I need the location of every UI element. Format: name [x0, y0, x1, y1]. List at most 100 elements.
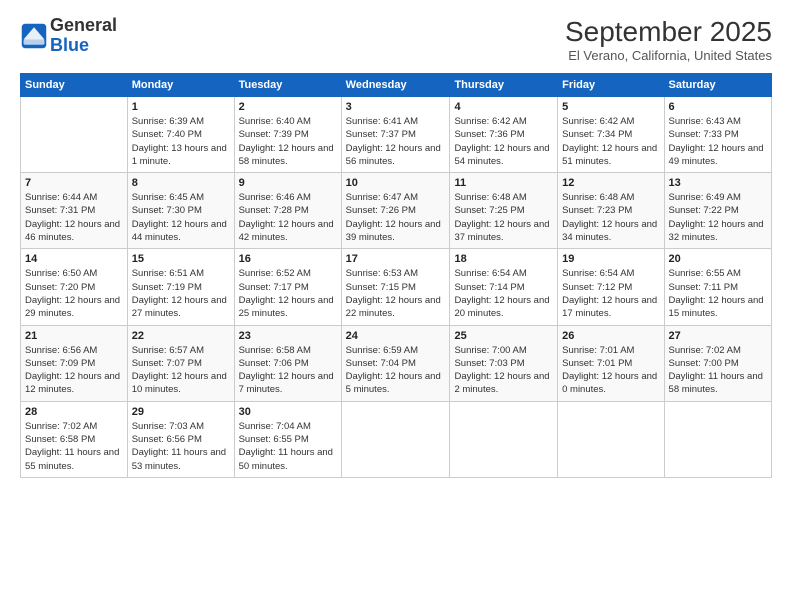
week-row-1: 7 Sunrise: 6:44 AM Sunset: 7:31 PM Daylig…: [21, 173, 772, 249]
calendar-cell: 18 Sunrise: 6:54 AM Sunset: 7:14 PM Dayli…: [450, 249, 558, 325]
calendar-cell: 9 Sunrise: 6:46 AM Sunset: 7:28 PM Daylig…: [234, 173, 341, 249]
calendar-cell: 27 Sunrise: 7:02 AM Sunset: 7:00 PM Dayli…: [664, 325, 771, 401]
calendar-body: 1Sunrise: 6:39 AM Sunset: 7:40 PM Daylig…: [21, 97, 772, 478]
day-info: Sunrise: 6:48 AM Sunset: 7:25 PM Dayligh…: [454, 191, 553, 244]
day-number: 8: [132, 177, 230, 189]
day-number: 2: [239, 101, 337, 113]
calendar-cell: 11Sunrise: 6:48 AM Sunset: 7:25 PM Dayli…: [450, 173, 558, 249]
day-info: Sunrise: 6:40 AM Sunset: 7:39 PM Dayligh…: [239, 115, 337, 168]
day-number: 29: [132, 406, 230, 418]
day-info: Sunrise: 6:54 AM Sunset: 7:14 PM Dayligh…: [454, 267, 553, 320]
day-number: 17: [346, 253, 446, 265]
calendar-header: SundayMondayTuesdayWednesdayThursdayFrid…: [21, 74, 772, 97]
calendar-cell: 20Sunrise: 6:55 AM Sunset: 7:11 PM Dayli…: [664, 249, 771, 325]
day-info: Sunrise: 6:56 AM Sunset: 7:09 PM Dayligh…: [25, 344, 123, 397]
day-number: 20: [669, 253, 767, 265]
header-cell-wednesday: Wednesday: [341, 74, 450, 97]
calendar-cell: 7 Sunrise: 6:44 AM Sunset: 7:31 PM Daylig…: [21, 173, 128, 249]
calendar-cell: 14 Sunrise: 6:50 AM Sunset: 7:20 PM Dayli…: [21, 249, 128, 325]
logo-line1: General: [50, 15, 117, 35]
calendar: SundayMondayTuesdayWednesdayThursdayFrid…: [20, 73, 772, 478]
day-number: 6: [669, 101, 767, 113]
day-info: Sunrise: 6:54 AM Sunset: 7:12 PM Dayligh…: [562, 267, 659, 320]
page: General Blue September 2025 El Verano, C…: [0, 0, 792, 612]
day-number: 16: [239, 253, 337, 265]
day-number: 19: [562, 253, 659, 265]
calendar-cell: 8 Sunrise: 6:45 AM Sunset: 7:30 PM Daylig…: [127, 173, 234, 249]
main-title: September 2025: [565, 16, 772, 48]
day-number: 14: [25, 253, 123, 265]
calendar-cell: 25 Sunrise: 7:00 AM Sunset: 7:03 PM Dayli…: [450, 325, 558, 401]
day-number: 27: [669, 330, 767, 342]
week-row-0: 1Sunrise: 6:39 AM Sunset: 7:40 PM Daylig…: [21, 97, 772, 173]
day-info: Sunrise: 6:49 AM Sunset: 7:22 PM Dayligh…: [669, 191, 767, 244]
day-number: 5: [562, 101, 659, 113]
day-number: 9: [239, 177, 337, 189]
day-info: Sunrise: 6:59 AM Sunset: 7:04 PM Dayligh…: [346, 344, 446, 397]
calendar-cell: 1Sunrise: 6:39 AM Sunset: 7:40 PM Daylig…: [127, 97, 234, 173]
day-number: 13: [669, 177, 767, 189]
day-info: Sunrise: 6:51 AM Sunset: 7:19 PM Dayligh…: [132, 267, 230, 320]
day-number: 1: [132, 101, 230, 113]
day-number: 23: [239, 330, 337, 342]
calendar-cell: 5 Sunrise: 6:42 AM Sunset: 7:34 PM Daylig…: [558, 97, 664, 173]
day-number: 3: [346, 101, 446, 113]
day-info: Sunrise: 7:00 AM Sunset: 7:03 PM Dayligh…: [454, 344, 553, 397]
logo-text: General Blue: [50, 16, 117, 56]
logo-icon: [20, 22, 48, 50]
day-number: 21: [25, 330, 123, 342]
calendar-cell: 17Sunrise: 6:53 AM Sunset: 7:15 PM Dayli…: [341, 249, 450, 325]
day-info: Sunrise: 6:44 AM Sunset: 7:31 PM Dayligh…: [25, 191, 123, 244]
calendar-cell: 29Sunrise: 7:03 AM Sunset: 6:56 PM Dayli…: [127, 401, 234, 477]
logo-line2: Blue: [50, 35, 89, 55]
day-number: 25: [454, 330, 553, 342]
calendar-cell: 12 Sunrise: 6:48 AM Sunset: 7:23 PM Dayli…: [558, 173, 664, 249]
calendar-cell: [341, 401, 450, 477]
calendar-cell: [450, 401, 558, 477]
week-row-3: 21 Sunrise: 6:56 AM Sunset: 7:09 PM Dayli…: [21, 325, 772, 401]
header-row: SundayMondayTuesdayWednesdayThursdayFrid…: [21, 74, 772, 97]
header-cell-sunday: Sunday: [21, 74, 128, 97]
day-info: Sunrise: 6:57 AM Sunset: 7:07 PM Dayligh…: [132, 344, 230, 397]
day-info: Sunrise: 6:47 AM Sunset: 7:26 PM Dayligh…: [346, 191, 446, 244]
day-info: Sunrise: 6:45 AM Sunset: 7:30 PM Dayligh…: [132, 191, 230, 244]
day-number: 4: [454, 101, 553, 113]
day-number: 28: [25, 406, 123, 418]
week-row-4: 28Sunrise: 7:02 AM Sunset: 6:58 PM Dayli…: [21, 401, 772, 477]
calendar-cell: 2 Sunrise: 6:40 AM Sunset: 7:39 PM Daylig…: [234, 97, 341, 173]
day-info: Sunrise: 6:50 AM Sunset: 7:20 PM Dayligh…: [25, 267, 123, 320]
calendar-cell: [558, 401, 664, 477]
header-cell-thursday: Thursday: [450, 74, 558, 97]
calendar-cell: 24Sunrise: 6:59 AM Sunset: 7:04 PM Dayli…: [341, 325, 450, 401]
day-number: 7: [25, 177, 123, 189]
week-row-2: 14 Sunrise: 6:50 AM Sunset: 7:20 PM Dayli…: [21, 249, 772, 325]
day-info: Sunrise: 6:52 AM Sunset: 7:17 PM Dayligh…: [239, 267, 337, 320]
day-number: 12: [562, 177, 659, 189]
day-number: 18: [454, 253, 553, 265]
day-info: Sunrise: 6:42 AM Sunset: 7:34 PM Dayligh…: [562, 115, 659, 168]
calendar-cell: 28Sunrise: 7:02 AM Sunset: 6:58 PM Dayli…: [21, 401, 128, 477]
header-cell-monday: Monday: [127, 74, 234, 97]
calendar-cell: 4Sunrise: 6:42 AM Sunset: 7:36 PM Daylig…: [450, 97, 558, 173]
header-cell-saturday: Saturday: [664, 74, 771, 97]
calendar-cell: 21 Sunrise: 6:56 AM Sunset: 7:09 PM Dayli…: [21, 325, 128, 401]
calendar-cell: 22Sunrise: 6:57 AM Sunset: 7:07 PM Dayli…: [127, 325, 234, 401]
calendar-cell: 10 Sunrise: 6:47 AM Sunset: 7:26 PM Dayli…: [341, 173, 450, 249]
title-block: September 2025 El Verano, California, Un…: [565, 16, 772, 63]
day-info: Sunrise: 6:43 AM Sunset: 7:33 PM Dayligh…: [669, 115, 767, 168]
day-number: 10: [346, 177, 446, 189]
day-info: Sunrise: 6:46 AM Sunset: 7:28 PM Dayligh…: [239, 191, 337, 244]
header: General Blue September 2025 El Verano, C…: [20, 16, 772, 63]
calendar-cell: [664, 401, 771, 477]
calendar-cell: 23 Sunrise: 6:58 AM Sunset: 7:06 PM Dayli…: [234, 325, 341, 401]
day-number: 26: [562, 330, 659, 342]
day-info: Sunrise: 6:58 AM Sunset: 7:06 PM Dayligh…: [239, 344, 337, 397]
calendar-cell: 16 Sunrise: 6:52 AM Sunset: 7:17 PM Dayli…: [234, 249, 341, 325]
day-info: Sunrise: 6:48 AM Sunset: 7:23 PM Dayligh…: [562, 191, 659, 244]
day-info: Sunrise: 7:02 AM Sunset: 7:00 PM Dayligh…: [669, 344, 767, 397]
calendar-cell: 15Sunrise: 6:51 AM Sunset: 7:19 PM Dayli…: [127, 249, 234, 325]
calendar-cell: 13 Sunrise: 6:49 AM Sunset: 7:22 PM Dayli…: [664, 173, 771, 249]
calendar-cell: 6 Sunrise: 6:43 AM Sunset: 7:33 PM Daylig…: [664, 97, 771, 173]
day-info: Sunrise: 7:01 AM Sunset: 7:01 PM Dayligh…: [562, 344, 659, 397]
header-cell-friday: Friday: [558, 74, 664, 97]
